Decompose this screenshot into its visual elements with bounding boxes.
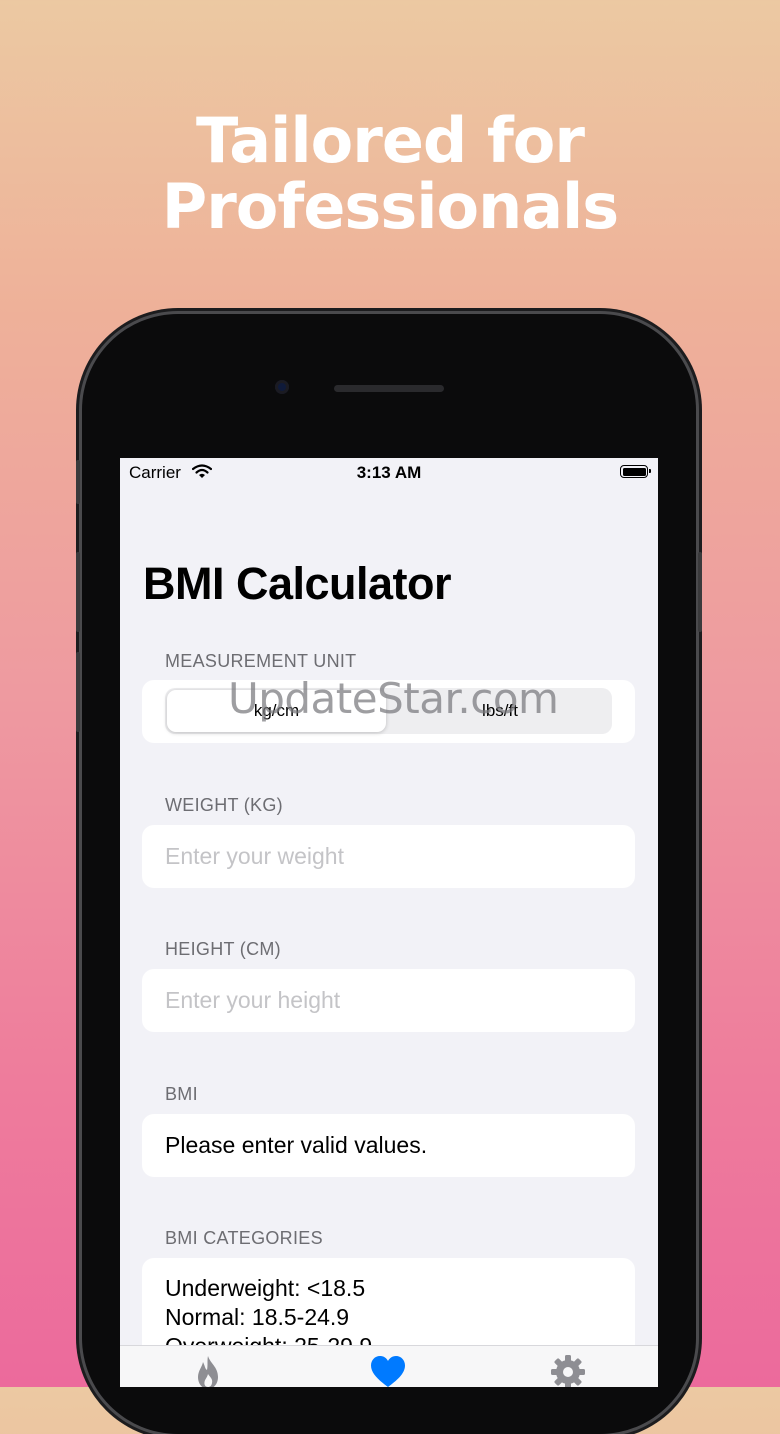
app-screen: Carrier 3:13 AM BMI Calculator MEASUREME… bbox=[120, 458, 658, 1387]
category-normal: Normal: 18.5-24.9 bbox=[165, 1304, 350, 1330]
weight-label: WEIGHT (KG) bbox=[165, 795, 283, 815]
heart-icon bbox=[371, 1356, 405, 1387]
height-field[interactable]: Enter your height bbox=[142, 969, 635, 1032]
battery-icon bbox=[620, 465, 651, 478]
segment-lbs-ft[interactable]: lbs/ft bbox=[388, 688, 612, 734]
unit-segmented-control: kg/cm lbs/ft bbox=[165, 688, 612, 734]
promo-headline-line1: Tailored for bbox=[196, 104, 585, 177]
bmi-result-text: Please enter valid values. bbox=[165, 1132, 428, 1158]
tab-flame[interactable] bbox=[188, 1354, 228, 1387]
measurement-unit-label: MEASUREMENT UNIT bbox=[165, 651, 357, 671]
unit-card: kg/cm lbs/ft bbox=[142, 680, 635, 743]
power-button bbox=[698, 552, 702, 632]
height-placeholder: Enter your height bbox=[165, 987, 341, 1013]
bmi-categories-label: BMI CATEGORIES bbox=[165, 1228, 323, 1248]
status-bar: Carrier 3:13 AM bbox=[120, 458, 658, 488]
weight-placeholder: Enter your weight bbox=[165, 843, 344, 869]
tab-settings[interactable] bbox=[548, 1354, 588, 1387]
promo-headline-line2: Professionals bbox=[161, 170, 619, 243]
bmi-label: BMI bbox=[165, 1084, 198, 1104]
front-camera bbox=[275, 380, 289, 394]
earpiece-speaker bbox=[334, 385, 444, 392]
status-time: 3:13 AM bbox=[356, 463, 422, 482]
volume-down-button bbox=[76, 652, 80, 732]
tab-heart[interactable] bbox=[368, 1354, 408, 1387]
weight-field[interactable]: Enter your weight bbox=[142, 825, 635, 888]
gear-icon bbox=[551, 1355, 585, 1387]
height-label: HEIGHT (CM) bbox=[165, 939, 281, 959]
mute-switch bbox=[76, 460, 80, 504]
volume-up-button bbox=[76, 552, 80, 632]
page-title: BMI Calculator bbox=[143, 558, 452, 609]
flame-icon bbox=[198, 1356, 218, 1387]
bmi-result-card: Please enter valid values. bbox=[142, 1114, 635, 1177]
segment-kg-cm[interactable]: kg/cm bbox=[165, 688, 388, 734]
tab-bar bbox=[120, 1345, 658, 1387]
category-underweight: Underweight: <18.5 bbox=[165, 1275, 366, 1301]
